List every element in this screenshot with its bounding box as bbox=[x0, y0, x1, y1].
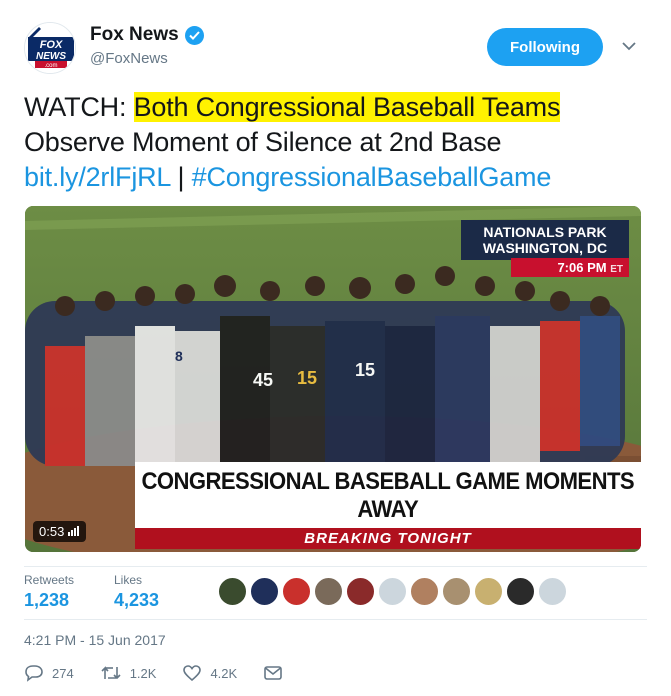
broadcast-time: 7:06 PM ET bbox=[511, 258, 629, 277]
user-avatar[interactable] bbox=[474, 577, 503, 606]
svg-text:8: 8 bbox=[175, 348, 183, 364]
default-avatar-icon[interactable] bbox=[538, 577, 567, 606]
hashtag-link[interactable]: #CongressionalBaseballGame bbox=[192, 162, 552, 192]
author-display-name[interactable]: Fox News bbox=[90, 24, 204, 46]
location-line-2: WASHINGTON, DC bbox=[482, 240, 608, 256]
breaking-banner: BREAKING TONIGHT bbox=[135, 528, 641, 549]
likes-stat[interactable]: Likes 4,233 bbox=[114, 573, 159, 611]
highlighted-text: Both Congressional Baseball Teams bbox=[133, 92, 561, 122]
likes-label: Likes bbox=[114, 573, 143, 587]
reply-button[interactable]: 274 bbox=[24, 664, 74, 682]
reply-icon bbox=[25, 665, 43, 682]
svg-text:.com: .com bbox=[44, 63, 57, 69]
author-name-text: Fox News bbox=[90, 24, 179, 45]
svg-text:NEWS: NEWS bbox=[36, 51, 66, 62]
user-avatar[interactable] bbox=[442, 577, 471, 606]
fox-news-logo-icon: FOX NEWS .com bbox=[25, 23, 75, 73]
verified-badge-icon bbox=[184, 25, 204, 45]
retweet-button[interactable]: 1.2K bbox=[100, 664, 157, 682]
like-button[interactable]: 4.2K bbox=[182, 664, 237, 682]
views-bars-icon bbox=[68, 524, 80, 539]
retweet-count: 1.2K bbox=[129, 665, 157, 681]
like-count: 4.2K bbox=[210, 665, 238, 681]
broadcast-timezone: ET bbox=[610, 264, 623, 275]
author-block[interactable]: Fox News @FoxNews bbox=[90, 24, 204, 67]
tweet-line-1: WATCH: Both Congressional Baseball Teams bbox=[24, 90, 654, 125]
chevron-down-icon[interactable] bbox=[617, 34, 641, 58]
user-avatar[interactable] bbox=[346, 577, 375, 606]
user-avatar[interactable] bbox=[314, 577, 343, 606]
news-headline: CONGRESSIONAL BASEBALL GAME MOMENTS AWAY bbox=[135, 462, 641, 528]
tweet-line-3: bit.ly/2rlFjRL | #CongressionalBaseballG… bbox=[24, 160, 654, 195]
tweet-timestamp[interactable]: 4:21 PM - 15 Jun 2017 bbox=[24, 632, 166, 648]
short-link[interactable]: bit.ly/2rlFjRL bbox=[24, 162, 170, 192]
retweets-count: 1,238 bbox=[24, 590, 70, 610]
user-avatar[interactable] bbox=[506, 577, 535, 606]
direct-message-button[interactable] bbox=[263, 665, 283, 681]
video-player[interactable]: 45 15 15 8 NATIONALS PARK WASHINGTON, DC… bbox=[25, 206, 641, 552]
svg-text:15: 15 bbox=[355, 360, 375, 380]
retweet-icon bbox=[101, 666, 121, 679]
author-handle[interactable]: @FoxNews bbox=[90, 50, 204, 67]
following-button[interactable]: Following bbox=[487, 28, 603, 66]
heart-icon bbox=[183, 665, 202, 682]
likes-count: 4,233 bbox=[114, 590, 160, 610]
retweets-label: Retweets bbox=[24, 573, 75, 587]
tweet-prefix: WATCH: bbox=[24, 92, 134, 122]
location-line-1: NATIONALS PARK bbox=[483, 224, 607, 240]
tweet-text: WATCH: Both Congressional Baseball Teams… bbox=[24, 90, 654, 195]
user-avatar[interactable] bbox=[250, 577, 279, 606]
video-duration: 0:53 bbox=[39, 524, 65, 539]
svg-text:15: 15 bbox=[297, 368, 317, 388]
tweet-header: FOX NEWS .com Fox News @FoxNews Followin… bbox=[24, 18, 647, 78]
fox-news-avatar[interactable]: FOX NEWS .com bbox=[24, 22, 76, 74]
location-graphic: NATIONALS PARK WASHINGTON, DC bbox=[461, 220, 629, 260]
retweets-stat[interactable]: Retweets 1,238 bbox=[24, 573, 74, 611]
link-separator: | bbox=[170, 162, 192, 192]
tweet-line-2: Observe Moment of Silence at 2nd Base bbox=[24, 127, 502, 157]
reply-count: 274 bbox=[52, 665, 74, 681]
engagement-stats: Retweets 1,238 Likes 4,233 bbox=[24, 566, 647, 620]
svg-text:45: 45 bbox=[253, 370, 273, 390]
tweet-actions: 274 1.2K 4.2K bbox=[24, 664, 309, 682]
user-avatar[interactable] bbox=[282, 577, 311, 606]
default-avatar-icon[interactable] bbox=[378, 577, 407, 606]
envelope-icon bbox=[264, 666, 283, 680]
broadcast-time-value: 7:06 PM bbox=[557, 260, 607, 275]
user-avatar[interactable] bbox=[218, 577, 247, 606]
liker-avatars bbox=[218, 577, 567, 606]
user-avatar[interactable] bbox=[410, 577, 439, 606]
svg-text:FOX: FOX bbox=[40, 39, 63, 51]
video-duration-badge: 0:53 bbox=[33, 521, 87, 542]
lower-third-banner: CONGRESSIONAL BASEBALL GAME MOMENTS AWAY… bbox=[135, 462, 641, 549]
